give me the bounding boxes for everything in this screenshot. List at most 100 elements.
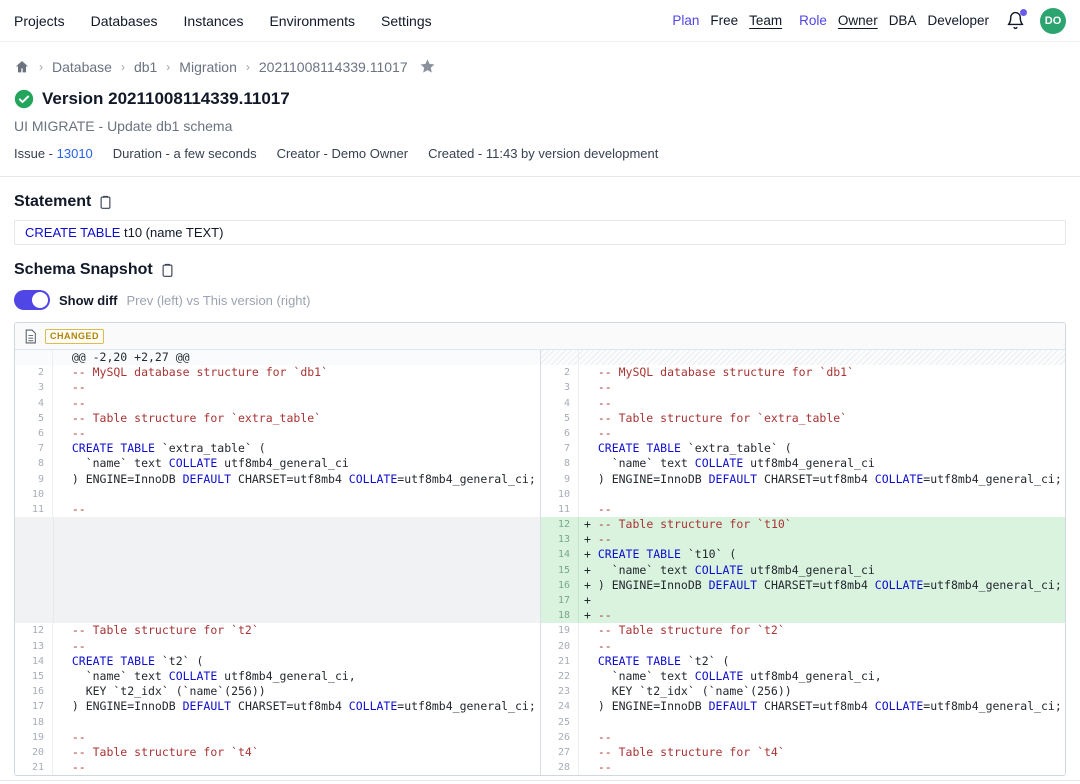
- line-number: 11: [541, 502, 579, 517]
- diff-line: 10: [541, 487, 1065, 502]
- line-code: KEY `t2_idx` (`name`(256)): [579, 684, 1065, 699]
- line-number: 16: [15, 684, 53, 699]
- line-number: 8: [541, 456, 579, 471]
- schema-snapshot-heading: Schema Snapshot: [0, 245, 1080, 279]
- diff-line: 2 -- MySQL database structure for `db1`: [15, 365, 540, 380]
- diff-line: 24 ) ENGINE=InnoDB DEFAULT CHARSET=utf8m…: [541, 699, 1065, 714]
- diff-line: 16 KEY `t2_idx` (`name`(256)): [15, 684, 540, 699]
- line-number: 23: [541, 684, 579, 699]
- line-code: KEY `t2_idx` (`name`(256)): [53, 684, 540, 699]
- line-number: 3: [15, 380, 53, 395]
- line-code: CREATE TABLE `extra_table` (: [53, 441, 540, 456]
- diff-line: 23 KEY `t2_idx` (`name`(256)): [541, 684, 1065, 699]
- line-number: 16: [541, 578, 579, 593]
- nav-item-environments[interactable]: Environments: [269, 13, 355, 29]
- line-number: 22: [541, 669, 579, 684]
- diff-line: 19 --: [15, 730, 540, 745]
- breadcrumb-separator: ›: [39, 60, 43, 74]
- bookmark-star-icon[interactable]: [419, 58, 436, 75]
- diff-line: [15, 517, 540, 532]
- meta-duration: Duration - a few seconds: [113, 146, 257, 161]
- line-code: [579, 350, 1065, 365]
- meta-created: Created - 11:43 by version development: [428, 146, 658, 161]
- line-code: [53, 487, 540, 502]
- plan-option-free[interactable]: Free: [710, 13, 738, 28]
- plan-option-team[interactable]: Team: [749, 13, 782, 28]
- line-code: --: [53, 502, 540, 517]
- line-number: 27: [541, 745, 579, 760]
- diff-pane-current[interactable]: 2 -- MySQL database structure for `db1`3…: [540, 350, 1065, 775]
- line-code: --: [53, 760, 540, 775]
- diff-line: 8 `name` text COLLATE utf8mb4_general_ci: [15, 456, 540, 471]
- diff-line: 14+ CREATE TABLE `t10` (: [541, 547, 1065, 562]
- diff-line: [15, 532, 540, 547]
- schema-diff-panel: CHANGED @@ -2,20 +2,27 @@2 -- MySQL data…: [14, 322, 1066, 776]
- issue-label: Issue -: [14, 146, 57, 161]
- diff-line: 3 --: [15, 380, 540, 395]
- diff-hint-label: Prev (left) vs This version (right): [127, 293, 311, 308]
- line-number: [15, 350, 53, 365]
- top-nav: Projects Databases Instances Environment…: [0, 0, 1080, 42]
- diff-line: [541, 350, 1065, 365]
- line-number: 14: [541, 547, 579, 562]
- breadcrumb-db1[interactable]: db1: [134, 59, 157, 75]
- line-number: 19: [541, 623, 579, 638]
- line-number: 5: [15, 411, 53, 426]
- show-diff-label: Show diff: [59, 293, 118, 308]
- breadcrumb-version[interactable]: 20211008114339.11017: [259, 59, 408, 75]
- line-number: 17: [15, 699, 53, 714]
- issue-link[interactable]: 13010: [57, 146, 93, 161]
- home-icon[interactable]: [14, 59, 30, 75]
- line-number: 28: [541, 760, 579, 775]
- diff-line: 5 -- Table structure for `extra_table`: [541, 411, 1065, 426]
- breadcrumb-database[interactable]: Database: [52, 59, 112, 75]
- notification-bell-icon[interactable]: [1006, 11, 1025, 30]
- nav-item-databases[interactable]: Databases: [91, 13, 158, 29]
- avatar[interactable]: DO: [1040, 8, 1066, 34]
- diff-body: @@ -2,20 +2,27 @@2 -- MySQL database str…: [15, 350, 1065, 775]
- diff-line: 8 `name` text COLLATE utf8mb4_general_ci: [541, 456, 1065, 471]
- line-number: 6: [541, 426, 579, 441]
- copy-snapshot-icon[interactable]: [160, 262, 175, 278]
- diff-line: [15, 578, 540, 593]
- breadcrumb-migration[interactable]: Migration: [179, 59, 237, 75]
- nav-item-instances[interactable]: Instances: [184, 13, 244, 29]
- nav-item-settings[interactable]: Settings: [381, 13, 432, 29]
- show-diff-toggle[interactable]: [14, 290, 50, 310]
- nav-item-projects[interactable]: Projects: [14, 13, 65, 29]
- diff-line: 18+ --: [541, 608, 1065, 623]
- meta-issue: Issue - 13010: [14, 146, 93, 161]
- sql-keyword: CREATE TABLE: [25, 225, 120, 240]
- diff-line: 12 -- Table structure for `t2`: [15, 623, 540, 638]
- line-code: + CREATE TABLE `t10` (: [579, 547, 1065, 562]
- line-code: --: [53, 396, 540, 411]
- line-number: 15: [15, 669, 53, 684]
- line-number: 10: [15, 487, 53, 502]
- line-number: 3: [541, 380, 579, 395]
- line-number: 12: [541, 517, 579, 532]
- plan-label: Plan: [672, 13, 699, 28]
- line-number: 18: [541, 608, 579, 623]
- diff-line: 19 -- Table structure for `t2`: [541, 623, 1065, 638]
- copy-statement-icon[interactable]: [98, 194, 113, 210]
- diff-pane-previous[interactable]: @@ -2,20 +2,27 @@2 -- MySQL database str…: [15, 350, 540, 775]
- line-number: 9: [15, 472, 53, 487]
- role-option-developer[interactable]: Developer: [927, 13, 989, 28]
- role-label: Role: [799, 13, 827, 28]
- line-code: CREATE TABLE `t2` (: [579, 654, 1065, 669]
- sql-rest: t10 (name TEXT): [120, 225, 223, 240]
- line-code: [53, 715, 540, 730]
- diff-line: 7 CREATE TABLE `extra_table` (: [15, 441, 540, 456]
- diff-line: 12+ -- Table structure for `t10`: [541, 517, 1065, 532]
- role-option-owner[interactable]: Owner: [838, 13, 878, 28]
- role-option-dba[interactable]: DBA: [889, 13, 917, 28]
- line-number: 26: [541, 730, 579, 745]
- line-number: 12: [15, 623, 53, 638]
- diff-line: 17+: [541, 593, 1065, 608]
- diff-line: 2 -- MySQL database structure for `db1`: [541, 365, 1065, 380]
- line-code: CREATE TABLE `t2` (: [53, 654, 540, 669]
- line-code: `name` text COLLATE utf8mb4_general_ci: [579, 456, 1065, 471]
- diff-line: 15 `name` text COLLATE utf8mb4_general_c…: [15, 669, 540, 684]
- line-code: + `name` text COLLATE utf8mb4_general_ci: [579, 563, 1065, 578]
- diff-line: 10: [15, 487, 540, 502]
